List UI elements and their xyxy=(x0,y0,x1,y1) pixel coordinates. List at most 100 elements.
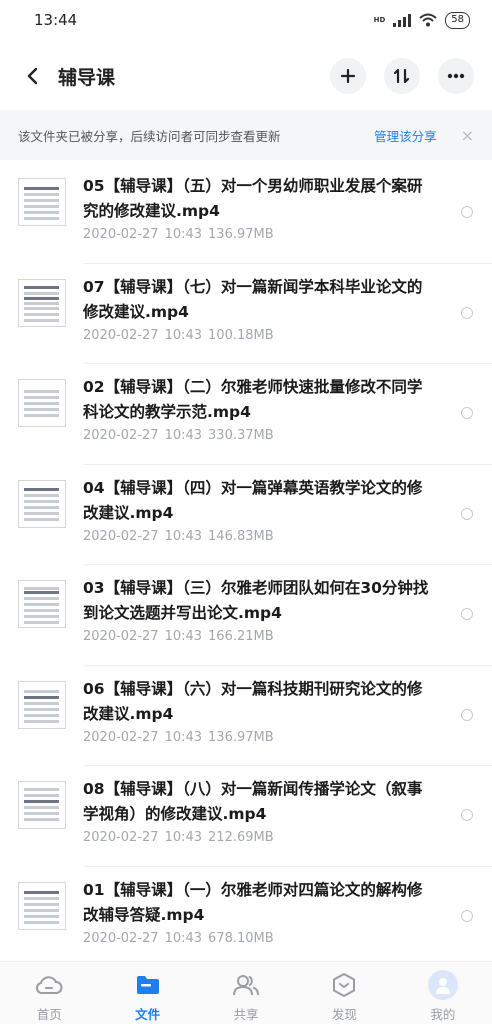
manage-share-link[interactable]: 管理该分享 xyxy=(374,126,437,145)
file-meta: 2020-02-27 10:43 136.97MB xyxy=(83,730,435,745)
file-time: 10:43 xyxy=(164,327,203,343)
video-thumbnail xyxy=(18,278,66,327)
file-name: 01【辅导课】（一）尔雅老师对四篇论文的解构修改辅导答疑.mp4 xyxy=(83,880,423,924)
file-date: 2020-02-27 xyxy=(83,930,159,946)
file-row[interactable]: 05【辅导课】（五）对一个男幼师职业发展个案研究的修改建议.mp4 2020-02… xyxy=(0,163,492,264)
chevron-left-icon xyxy=(27,67,38,85)
more-button[interactable] xyxy=(438,58,474,94)
select-radio[interactable] xyxy=(461,407,473,419)
file-date: 2020-02-27 xyxy=(83,830,159,845)
network-type: HD xyxy=(373,16,386,24)
share-banner-text: 该文件夹已被分享，后续访问者可同步查看更新 xyxy=(18,128,281,144)
back-button[interactable] xyxy=(10,54,54,98)
file-name: 02【辅导课】（二）尔雅老师快速批量修改不同学科论文的教学示范.mp4 xyxy=(83,378,423,421)
file-size: 330.37MB xyxy=(208,428,274,443)
video-thumbnail xyxy=(18,580,66,628)
file-name: 04【辅导课】（四）对一篇弹幕英语教学论文的修改建议.mp4 xyxy=(83,478,423,522)
select-radio[interactable] xyxy=(461,507,473,520)
file-size: 136.97MB xyxy=(208,227,274,242)
file-info: 01【辅导课】（一）尔雅老师对四篇论文的解构修改辅导答疑.mp4 2020-02-… xyxy=(83,878,435,946)
folder-icon xyxy=(133,971,163,999)
tab-label: 共享 xyxy=(233,1007,259,1022)
more-icon xyxy=(447,73,465,79)
signal-icon xyxy=(393,13,412,27)
status-bar: 13:44 HD 58 xyxy=(0,0,492,40)
sort-button[interactable] xyxy=(384,58,420,94)
file-info: 08【辅导课】（八）对一篇新闻传播学论文（叙事学视角）的修改建议.mp4 2020… xyxy=(83,777,435,845)
file-date: 2020-02-27 xyxy=(83,729,159,745)
people-icon xyxy=(231,971,261,999)
discover-icon xyxy=(329,971,359,999)
tab-bar: 首页 文件 共享 发现 我的 xyxy=(0,961,492,1024)
file-time: 10:43 xyxy=(164,629,203,644)
file-info: 02【辅导课】（二）尔雅老师快速批量修改不同学科论文的教学示范.mp4 2020-… xyxy=(83,375,435,443)
tab-me[interactable]: 我的 xyxy=(394,962,492,1024)
add-button[interactable] xyxy=(330,58,366,94)
header: 辅导课 xyxy=(0,48,492,104)
battery-icon: 58 xyxy=(445,11,470,29)
file-row[interactable]: 08【辅导课】（八）对一篇新闻传播学论文（叙事学视角）的修改建议.mp4 2020… xyxy=(0,766,492,867)
file-size: 678.10MB xyxy=(208,930,274,946)
select-radio[interactable] xyxy=(461,608,473,620)
file-info: 05【辅导课】（五）对一个男幼师职业发展个案研究的修改建议.mp4 2020-02… xyxy=(83,174,435,242)
file-size: 136.97MB xyxy=(208,729,274,745)
tab-label: 我的 xyxy=(430,1007,456,1022)
tab-label: 首页 xyxy=(36,1007,62,1022)
select-radio[interactable] xyxy=(461,306,473,319)
file-time: 10:43 xyxy=(164,227,203,242)
file-date: 2020-02-27 xyxy=(83,528,159,544)
file-row[interactable]: 06【辅导课】（六）对一篇科技期刊研究论文的修改建议.mp4 2020-02-27… xyxy=(0,666,492,767)
status-time: 13:44 xyxy=(34,11,78,29)
plus-icon xyxy=(340,68,356,84)
file-row[interactable]: 07【辅导课】（七）对一篇新闻学本科毕业论文的修改建议.mp4 2020-02-2… xyxy=(0,264,492,365)
video-thumbnail xyxy=(18,881,66,930)
file-meta: 2020-02-27 10:43 136.97MB xyxy=(83,227,435,242)
file-info: 06【辅导课】（六）对一篇科技期刊研究论文的修改建议.mp4 2020-02-27… xyxy=(83,677,435,745)
file-time: 10:43 xyxy=(164,830,203,845)
file-info: 04【辅导课】（四）对一篇弹幕英语教学论文的修改建议.mp4 2020-02-27… xyxy=(83,476,435,544)
status-indicators: HD 58 xyxy=(373,11,470,29)
file-row[interactable]: 01【辅导课】（一）尔雅老师对四篇论文的解构修改辅导答疑.mp4 2020-02-… xyxy=(0,867,492,968)
video-thumbnail xyxy=(18,680,66,729)
select-radio[interactable] xyxy=(461,206,473,218)
video-thumbnail xyxy=(18,178,66,226)
file-name: 06【辅导课】（六）对一篇科技期刊研究论文的修改建议.mp4 xyxy=(83,679,423,723)
close-banner-button[interactable]: × xyxy=(461,126,474,145)
tab-discover[interactable]: 发现 xyxy=(295,962,393,1024)
tab-home[interactable]: 首页 xyxy=(0,962,98,1024)
cloud-icon xyxy=(34,971,64,999)
file-meta: 2020-02-27 10:43 212.69MB xyxy=(83,830,435,845)
file-name: 07【辅导课】（七）对一篇新闻学本科毕业论文的修改建议.mp4 xyxy=(83,277,423,321)
file-time: 10:43 xyxy=(164,428,203,443)
file-date: 2020-02-27 xyxy=(83,629,159,644)
file-row[interactable]: 03【辅导课】（三）尔雅老师团队如何在30分钟找到论文选题并写出论文.mp4 20… xyxy=(0,565,492,666)
file-size: 166.21MB xyxy=(208,629,274,644)
file-size: 100.18MB xyxy=(208,327,274,343)
file-meta: 2020-02-27 10:43 330.37MB xyxy=(83,428,435,443)
video-thumbnail xyxy=(18,479,66,528)
share-banner: 该文件夹已被分享，后续访问者可同步查看更新 管理该分享 × xyxy=(0,110,492,160)
header-actions xyxy=(330,58,474,94)
wifi-icon xyxy=(419,13,437,27)
tab-share[interactable]: 共享 xyxy=(197,962,295,1024)
video-thumbnail xyxy=(18,781,66,829)
tab-label: 发现 xyxy=(331,1007,357,1022)
select-radio[interactable] xyxy=(461,708,473,721)
file-list: 05【辅导课】（五）对一个男幼师职业发展个案研究的修改建议.mp4 2020-02… xyxy=(0,163,492,967)
file-time: 10:43 xyxy=(164,729,203,745)
tab-files[interactable]: 文件 xyxy=(98,962,196,1024)
avatar-icon xyxy=(427,970,458,1000)
file-size: 146.83MB xyxy=(208,528,274,544)
sort-icon xyxy=(393,68,410,84)
file-size: 212.69MB xyxy=(208,830,274,845)
select-radio[interactable] xyxy=(461,809,473,821)
file-meta: 2020-02-27 10:43 166.21MB xyxy=(83,629,435,644)
tab-label: 文件 xyxy=(135,1007,161,1022)
select-radio[interactable] xyxy=(461,909,473,922)
file-row[interactable]: 02【辅导课】（二）尔雅老师快速批量修改不同学科论文的教学示范.mp4 2020-… xyxy=(0,364,492,465)
file-meta: 2020-02-27 10:43 100.18MB xyxy=(83,328,435,343)
file-name: 05【辅导课】（五）对一个男幼师职业发展个案研究的修改建议.mp4 xyxy=(83,177,423,220)
file-date: 2020-02-27 xyxy=(83,327,159,343)
file-row[interactable]: 04【辅导课】（四）对一篇弹幕英语教学论文的修改建议.mp4 2020-02-27… xyxy=(0,465,492,566)
file-date: 2020-02-27 xyxy=(83,227,159,242)
